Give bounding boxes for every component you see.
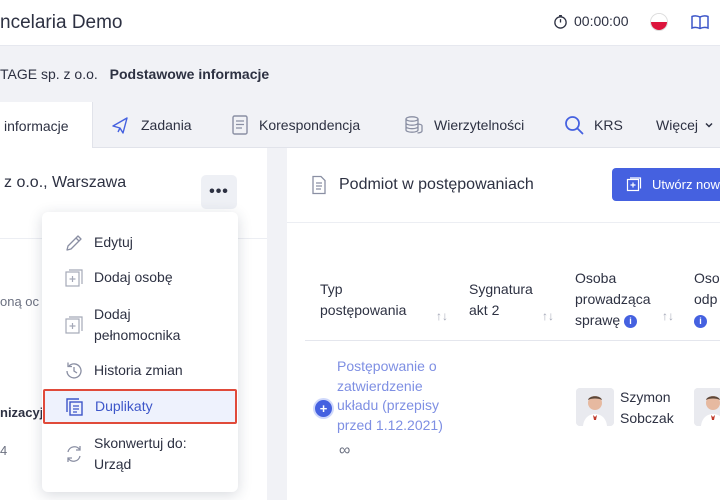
person-first-name: Szymon [620, 389, 671, 405]
breadcrumb-company[interactable]: TAGE sp. z o.o. [0, 66, 98, 82]
avatar [576, 388, 614, 426]
header-line-with-info: i [694, 310, 720, 331]
tab-wiecej[interactable]: Więcej [656, 102, 714, 148]
more-actions-button[interactable]: ••• [201, 175, 237, 209]
top-bar: ncelaria Demo 00:00:00 [0, 0, 720, 46]
proceeding-type-link[interactable]: Postępowanie o zatwierdzenie układu (prz… [337, 357, 457, 435]
create-button-label: Utwórz now [652, 177, 720, 192]
column-header-signature[interactable]: Sygnatura akt 2 [469, 279, 533, 321]
actions-menu: Edytuj Dodaj osobę Dodaj pełnomocnika Hi… [42, 212, 238, 492]
header-line: akt 2 [469, 302, 500, 318]
header-line: Sygnatura [469, 281, 533, 297]
column-header-responsible[interactable]: Oso odp i [694, 268, 720, 331]
link-line: przed 1.12.2021) [337, 416, 443, 433]
person-avatar-icon [576, 388, 614, 426]
tab-label: KRS [594, 117, 623, 133]
add-box-icon [65, 269, 83, 287]
pencil-icon [66, 235, 82, 251]
field-value: 4 [0, 443, 8, 458]
chevron-down-icon [705, 122, 713, 128]
menu-item-text: Dodaj pełnomocnika [94, 304, 180, 346]
tab-wierzytelnosci[interactable]: Wierzytelności [403, 102, 524, 148]
tab-krs[interactable]: KRS [563, 102, 623, 148]
add-box-icon [626, 176, 642, 191]
field-text: oną oc [0, 294, 40, 309]
book-icon[interactable] [691, 14, 709, 30]
menu-item-add-proxy[interactable]: Dodaj pełnomocnika [42, 304, 238, 346]
header-divider [305, 340, 720, 341]
coins-icon [405, 116, 423, 134]
link-line: układu (przepisy [337, 397, 439, 413]
menu-item-text: Skonwertuj do: Urząd [94, 433, 187, 475]
header-line-with-info: sprawę i [575, 310, 651, 331]
header-line: Typ [320, 281, 343, 297]
tab-korespondencja[interactable]: Korespondencja [230, 102, 360, 148]
menu-item-label: Duplikaty [95, 398, 153, 414]
app-title: ncelaria Demo [0, 12, 123, 33]
tab-label: Więcej [656, 117, 699, 133]
link-line: zatwierdzenie [337, 377, 423, 394]
menu-item-label: Edytuj [94, 234, 133, 250]
poland-flag-icon[interactable] [651, 14, 667, 30]
create-button[interactable]: Utwórz now [612, 168, 720, 201]
menu-item-label: pełnomocnika [94, 327, 181, 343]
link-icon[interactable]: ∞ [339, 442, 350, 460]
convert-icon [67, 446, 81, 462]
menu-item-history[interactable]: Historia zmian [42, 360, 238, 382]
breadcrumb: TAGE sp. z o.o. Podstawowe informacje [0, 66, 269, 82]
divider [287, 222, 720, 223]
sort-icon[interactable]: ↑↓ [436, 309, 448, 323]
add-box-icon [65, 316, 83, 334]
sort-icon[interactable]: ↑↓ [662, 309, 674, 323]
menu-item-convert[interactable]: Skonwertuj do: Urząd [42, 433, 238, 475]
search-icon [565, 116, 584, 135]
menu-item-edit[interactable]: Edytuj [42, 232, 238, 254]
person-avatar-icon [694, 388, 720, 426]
tab-label: Zadania [141, 117, 192, 133]
person-last-name: Sobczak [620, 410, 674, 426]
tab-bar: informacje Zadania Korespondencja Wierzy… [0, 102, 720, 149]
breadcrumb-current: Podstawowe informacje [109, 66, 270, 82]
sort-icon[interactable]: ↑↓ [542, 309, 554, 323]
column-header-lead-person[interactable]: Osoba prowadząca sprawę i [575, 268, 651, 331]
info-icon[interactable]: i [624, 315, 638, 328]
lead-person-name[interactable]: Szymon Sobczak [620, 387, 674, 429]
company-name: z o.o., Warszawa [4, 174, 127, 191]
document-icon [312, 175, 326, 195]
expand-row-button[interactable]: + [315, 400, 332, 417]
tab-label: Wierzytelności [434, 117, 525, 133]
link-line: Postępowanie o [337, 358, 437, 374]
menu-item-label: Dodaj osobę [94, 269, 173, 285]
menu-item-label: Skonwertuj do: [94, 435, 187, 451]
tab-informacje[interactable]: informacje [0, 102, 93, 149]
tab-label: Korespondencja [259, 117, 361, 133]
header-line: Osoba [575, 270, 617, 286]
header-line: sprawę [575, 312, 621, 328]
stopwatch-icon [554, 14, 567, 29]
tab-label: informacje [4, 117, 69, 134]
header-line: Oso [694, 270, 720, 286]
column-header-type[interactable]: Typ postępowania [320, 279, 406, 321]
tab-zadania[interactable]: Zadania [110, 102, 192, 148]
menu-item-duplicates[interactable]: Duplikaty [43, 389, 237, 424]
duplicate-icon [66, 398, 83, 416]
panel-title: Podmiot w postępowaniach [339, 176, 534, 193]
info-icon[interactable]: i [694, 315, 707, 328]
header-line: postępowania [320, 302, 407, 318]
header-line: prowadząca [575, 291, 651, 307]
timer-value: 00:00:00 [574, 13, 629, 29]
megaphone-icon [112, 117, 128, 134]
header-line: odp [694, 291, 718, 307]
field-heading: nizacyj [0, 405, 44, 420]
menu-item-add-person[interactable]: Dodaj osobę [42, 267, 238, 289]
avatar [694, 388, 720, 426]
history-icon [66, 362, 82, 379]
menu-item-label: Dodaj [94, 306, 131, 322]
menu-item-label: Historia zmian [94, 362, 183, 378]
panel-header: Podmiot w postępowaniach [310, 175, 534, 195]
menu-item-label: Urząd [94, 456, 132, 472]
document-icon [232, 115, 248, 135]
timer[interactable]: 00:00:00 [553, 13, 629, 29]
